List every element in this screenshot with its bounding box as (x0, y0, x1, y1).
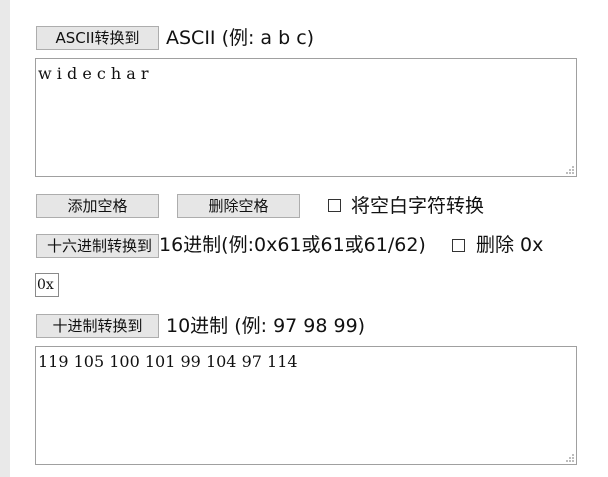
decimal-convert-button[interactable]: 十进制转换到 (36, 314, 159, 338)
resize-grip-icon[interactable] (566, 454, 575, 463)
remove-0x-label: 删除 0x (476, 234, 544, 256)
left-border-strip (0, 0, 10, 477)
ascii-textarea[interactable] (35, 58, 577, 177)
hex-convert-button[interactable]: 十六进制转换到 (36, 234, 159, 258)
decimal-format-label: 10进制 (例: 97 98 99) (166, 315, 366, 337)
ascii-convert-button[interactable]: ASCII转换到 (36, 26, 159, 50)
hex-prefix-input[interactable]: 0x (35, 273, 59, 297)
remove-0x-checkbox[interactable] (452, 239, 465, 252)
add-spaces-button[interactable]: 添加空格 (36, 194, 159, 218)
resize-grip-icon[interactable] (566, 166, 575, 175)
convert-whitespace-label: 将空白字符转换 (351, 195, 485, 217)
convert-whitespace-checkbox[interactable] (328, 199, 341, 212)
remove-spaces-button[interactable]: 删除空格 (177, 194, 300, 218)
ascii-format-label: ASCII (例: a b c) (166, 27, 315, 49)
decimal-textarea[interactable] (35, 346, 577, 465)
hex-prefix-value: 0x (37, 277, 54, 293)
hex-format-label: 16进制(例:0x61或61或61/62) (159, 234, 426, 256)
